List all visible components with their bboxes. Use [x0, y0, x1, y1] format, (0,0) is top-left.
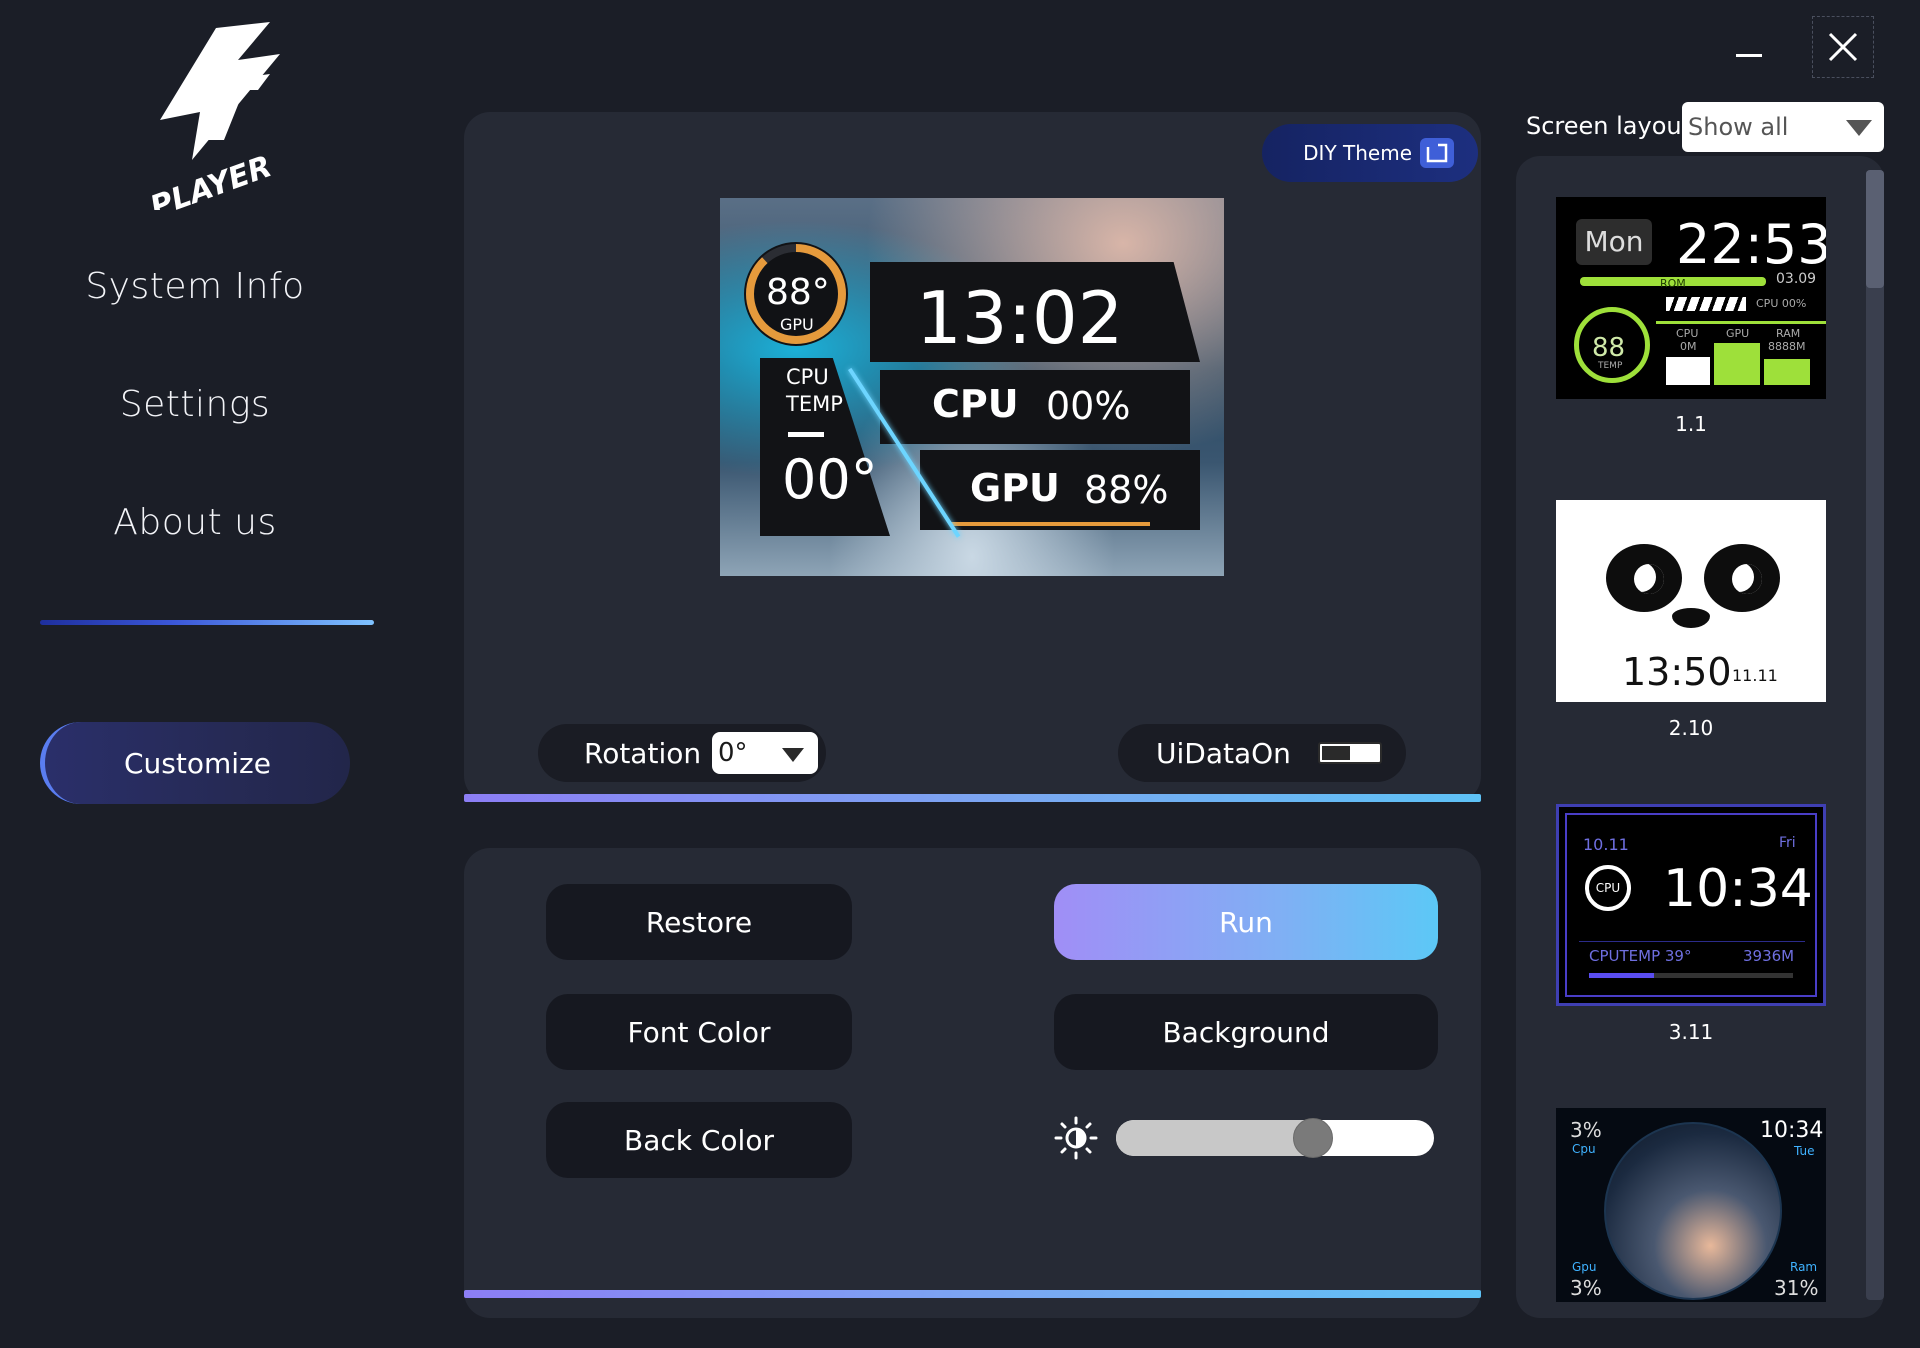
thumb-time: 13:50 [1622, 650, 1732, 694]
layout-thumb-1-1[interactable]: Mon 22:53 ROM 03.09 CPU 00% 88 TEMP CPU … [1556, 197, 1826, 399]
back-color-button[interactable]: Back Color [546, 1102, 852, 1178]
screen-layout-select[interactable]: Show all [1682, 102, 1884, 152]
brightness-slider-handle[interactable] [1293, 1118, 1334, 1158]
uidata-toggle[interactable] [1318, 742, 1382, 764]
close-icon [1828, 32, 1858, 62]
thumb-gpu-pct: 3% [1570, 1276, 1602, 1300]
panda-nose [1672, 608, 1710, 628]
thumb-cpu-icon: CPU [1585, 865, 1631, 911]
thumb-cpu-label: CPU [1676, 327, 1699, 340]
rotation-label: Rotation [584, 736, 702, 770]
thumb-date: 10.11 [1583, 835, 1629, 854]
chevron-down-icon [782, 748, 804, 762]
layout-label-1-1: 1.1 [1675, 412, 1707, 436]
nav-divider [40, 620, 374, 625]
thumb-ram-val: 8888M [1768, 340, 1806, 353]
thumb-bar-gpu [1714, 343, 1760, 385]
toggle-knob [1322, 746, 1350, 760]
layout-label-2-10: 2.10 [1668, 716, 1714, 740]
export-icon [1420, 138, 1454, 168]
thumb-time: 10:34 [1663, 859, 1813, 919]
thumb-time: 22:53 [1676, 213, 1826, 276]
layout-label-3-11: 3.11 [1668, 1020, 1714, 1044]
thumb-cputemp: CPUTEMP 39° [1589, 947, 1692, 965]
thumb-day: Tue [1794, 1144, 1815, 1158]
rotation-select[interactable]: 0° [712, 732, 818, 774]
nav-about-us[interactable]: About us [40, 502, 350, 543]
background-button[interactable]: Background [1054, 994, 1438, 1070]
thumb-ram-label: Ram [1790, 1260, 1818, 1274]
thumb-clock-dial [1604, 1122, 1782, 1300]
nav-system-info[interactable]: System Info [40, 266, 350, 307]
customize-button[interactable]: Customize [40, 722, 350, 804]
minimize-button[interactable] [1732, 38, 1774, 72]
thumb-cpu-val: 0M [1680, 340, 1697, 353]
thumb-green-line [1656, 321, 1826, 324]
cpu-usage-value: 00% [1046, 384, 1131, 428]
run-button[interactable]: Run [1054, 884, 1438, 960]
gpu-temp-value: 88° [766, 272, 830, 313]
screen-layout-value: Show all [1688, 113, 1789, 141]
gpu-temp-label: GPU [780, 315, 814, 334]
brightness-slider-track[interactable] [1116, 1120, 1434, 1156]
restore-button[interactable]: Restore [546, 884, 852, 960]
close-button[interactable] [1812, 16, 1874, 78]
layout-list-scrollbar-thumb[interactable] [1866, 170, 1884, 288]
thumb-ram-label: RAM [1776, 327, 1801, 340]
thumb-temp-label: TEMP [1598, 361, 1623, 371]
svg-text:PLAYER: PLAYER [146, 149, 277, 210]
thumb-ram-pct: 31% [1774, 1276, 1819, 1300]
thumb-stripes [1666, 297, 1746, 311]
diy-theme-label: DIY Theme [1303, 141, 1412, 165]
thumb-gpu-label: Gpu [1572, 1260, 1597, 1274]
uidata-control: UiDataOn [1118, 724, 1406, 782]
preview-time: 13:02 [916, 276, 1124, 360]
font-color-button[interactable]: Font Color [546, 994, 852, 1070]
gpu-usage-underline [950, 522, 1150, 526]
cpu-temp-dash [788, 432, 824, 437]
layout-thumb-3-11[interactable]: 10.11 Fri CPU 10:34 CPUTEMP 39° 3936M [1556, 804, 1826, 1006]
layout-thumb-4[interactable]: 3% Cpu 10:34 Tue Gpu 3% Ram 31% [1556, 1108, 1826, 1302]
uidata-label: UiDataOn [1156, 736, 1291, 770]
brightness-slider-fill [1116, 1120, 1314, 1156]
gpu-usage-value: 88% [1084, 468, 1169, 512]
cpu-usage-label: CPU [932, 382, 1019, 426]
thumb-cpu-pct: 3% [1570, 1118, 1602, 1142]
thumb-progress [1589, 973, 1793, 978]
theme-preview-screen[interactable]: 88° GPU 13:02 CPU TEMP 00° CPU 00% GPU 8… [720, 198, 1224, 576]
screen-layout-label: Screen layout [1526, 112, 1692, 140]
thumb-progress-fill [1589, 973, 1655, 978]
panda-right-eye [1704, 544, 1780, 612]
thumb-gpu-label: GPU [1726, 327, 1750, 340]
layout-thumb-2-10[interactable]: 13:50 11.11 [1556, 500, 1826, 702]
rotation-value: 0° [718, 738, 748, 768]
rotation-control: Rotation 0° [538, 724, 826, 782]
thumb-cpu-label: Cpu [1572, 1142, 1596, 1156]
cpu-temp-value: 00° [782, 448, 878, 511]
app-logo: PLAYER [146, 22, 280, 210]
controls-panel-accent-bar [464, 1290, 1481, 1298]
diy-theme-button[interactable]: DIY Theme [1262, 124, 1478, 182]
thumb-temp-value: 88 [1592, 333, 1626, 363]
preview-panel-accent-bar [464, 794, 1481, 802]
thumb-rom-label: ROM [1660, 277, 1686, 290]
layout-list-scrollbar[interactable] [1866, 170, 1884, 1300]
cpu-temp-label: CPU TEMP [786, 365, 843, 416]
gpu-usage-label: GPU [970, 466, 1060, 510]
thumb-time: 10:34 [1760, 1118, 1824, 1143]
chevron-down-icon [1846, 120, 1872, 136]
thumb-day: Mon [1576, 219, 1652, 265]
thumb-ram: 3936M [1743, 947, 1795, 965]
thumb-date: 11.11 [1732, 666, 1778, 685]
thumb-divider [1579, 941, 1805, 942]
cpu-usage-box [880, 370, 1190, 444]
thumb-day: Fri [1779, 835, 1796, 851]
panda-left-eye [1606, 544, 1682, 612]
brightness-icon [1054, 1116, 1098, 1160]
thumb-bar-ram [1764, 359, 1810, 385]
thumb-date: 03.09 [1776, 271, 1817, 287]
thumb-bar-cpu [1666, 357, 1710, 385]
thumb-cpu-small: CPU 00% [1756, 297, 1807, 310]
nav-settings[interactable]: Settings [40, 384, 350, 425]
